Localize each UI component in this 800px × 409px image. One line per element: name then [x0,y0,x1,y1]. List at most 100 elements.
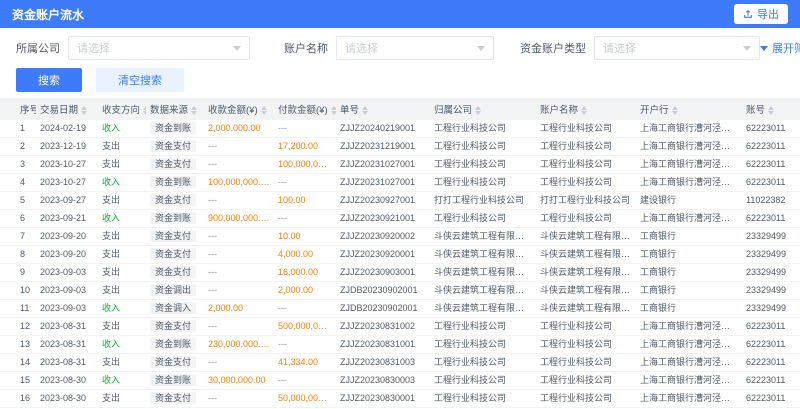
cell-index: 16 [0,390,36,408]
col-account-name[interactable]: 账户名称 [536,98,636,120]
cell-account-name: 工程行业科技公司 [536,354,636,372]
cell-doc-no: ZJJZ20230831001 [336,336,430,354]
sort-icon[interactable] [475,106,481,115]
table-row: 3 2023-10-27 支出 资金支付 --- 100,000,000.00 … [0,156,800,174]
cell-index: 10 [0,282,36,300]
company-select[interactable]: 请选择 [68,36,250,60]
col-company[interactable]: 归属公司 [430,98,536,120]
account-type-select[interactable]: 请选择 [594,36,760,60]
expand-filters-link[interactable]: 展开筛选 [760,40,800,56]
cell-source: 资金支付 [146,156,204,174]
col-doc-no[interactable]: 单号 [336,98,430,120]
cell-index: 15 [0,372,36,390]
filter-account-type-label: 资金账户类型 [520,40,586,56]
sort-icon[interactable] [672,106,678,115]
filter-account-name-label: 账户名称 [284,40,328,56]
chevron-down-icon [760,46,768,51]
cell-source: 资金支付 [146,318,204,336]
cell-amount-out: 17,200.00 [274,138,336,156]
cell-date: 2023-08-30 [36,372,98,390]
source-badge: 资金支付 [150,266,196,278]
source-badge: 资金支付 [150,140,196,152]
cell-account-no: 62223011 [742,336,800,354]
cell-index: 3 [0,156,36,174]
cell-company: 斗侠云建筑工程有限公司 [430,300,536,318]
cell-doc-no: ZJJZ20230927001 [336,192,430,210]
cell-direction: 收入 [98,210,146,228]
clear-search-button[interactable]: 清空搜索 [96,68,184,92]
cell-direction: 支出 [98,138,146,156]
source-badge: 资金支付 [150,230,196,242]
cell-direction: 支出 [98,354,146,372]
cell-doc-no: ZJDB20230902001 [336,300,430,318]
cell-company: 斗侠云建筑工程有限公司 [430,264,536,282]
cell-amount-out: 41,334.00 [274,354,336,372]
table-row: 8 2023-09-20 支出 资金支付 --- 4,000.00 ZJJZ20… [0,246,800,264]
source-badge: 资金到账 [150,338,196,350]
source-badge: 资金到账 [150,374,196,386]
cell-company: 打打工程行业科技公司 [430,192,536,210]
cell-amount-out: --- [274,174,336,192]
cell-date: 2023-10-27 [36,156,98,174]
col-account-no[interactable]: 账号 [742,98,800,120]
cell-bank: 建设银行 [636,192,742,210]
export-label: 导出 [757,6,779,22]
cell-direction: 收入 [98,174,146,192]
cell-amount-out: --- [274,300,336,318]
table-row: 10 2023-09-03 支出 资金调出 --- 2,000.00 ZJDB2… [0,282,800,300]
cell-amount-in: --- [204,156,274,174]
cell-amount-in: --- [204,318,274,336]
table-row: 7 2023-09-20 支出 资金支付 --- 10.00 ZJJZ20230… [0,228,800,246]
sort-icon[interactable] [143,106,146,115]
sort-icon[interactable] [362,106,368,115]
cell-account-no: 62223011 [742,156,800,174]
cell-source: 资金支付 [146,390,204,408]
cell-date: 2023-08-30 [36,390,98,408]
cell-account-name: 斗侠云建筑工程有限公司 [536,228,636,246]
cell-account-no: 62223011 [742,138,800,156]
cell-bank: 上海工商银行漕河泾支行 [636,210,742,228]
cell-account-name: 工程行业科技公司 [536,372,636,390]
cell-doc-no: ZJJZ20231219001 [336,138,430,156]
cell-date: 2023-08-31 [36,336,98,354]
cell-doc-no: ZJJZ20230903001 [336,264,430,282]
cell-account-no: 62223011 [742,210,800,228]
sort-icon[interactable] [581,106,587,115]
cell-source: 资金调入 [146,300,204,318]
cell-doc-no: ZJJZ20230831002 [336,318,430,336]
cell-source: 资金到账 [146,174,204,192]
cell-amount-in: 2,000,000.00 [204,120,274,138]
account-name-select[interactable]: 请选择 [336,36,494,60]
filter-company-label: 所属公司 [16,40,60,56]
cell-company: 工程行业科技公司 [430,174,536,192]
export-button[interactable]: 导出 [734,4,788,24]
source-badge: 资金支付 [150,194,196,206]
sort-icon[interactable] [261,106,267,115]
cell-source: 资金调出 [146,282,204,300]
col-amount-in[interactable]: 收款金额(¥) [204,98,274,120]
search-button[interactable]: 搜索 [16,68,82,92]
cell-account-no: 62223011 [742,120,800,138]
cell-account-no: 62223011 [742,318,800,336]
sort-icon[interactable] [191,106,197,115]
col-direction[interactable]: 收支方向 [98,98,146,120]
cell-account-name: 斗侠云建筑工程有限公司 [536,264,636,282]
col-amount-out[interactable]: 付款金额(¥) [274,98,336,120]
sort-icon[interactable] [331,106,336,115]
col-date[interactable]: 交易日期 [36,98,98,120]
cell-index: 4 [0,174,36,192]
col-bank[interactable]: 开户行 [636,98,742,120]
cell-bank: 工商银行 [636,300,742,318]
col-source[interactable]: 数据来源 [146,98,204,120]
sort-icon[interactable] [81,106,87,115]
cell-account-name: 工程行业科技公司 [536,336,636,354]
cell-account-no: 62223011 [742,174,800,192]
cell-amount-out: --- [274,120,336,138]
cell-company: 斗侠云建筑工程有限公司 [430,228,536,246]
sort-icon[interactable] [768,106,774,115]
cell-date: 2023-09-03 [36,300,98,318]
cell-direction: 支出 [98,390,146,408]
cell-company: 工程行业科技公司 [430,120,536,138]
cell-source: 资金支付 [146,264,204,282]
source-badge: 资金到账 [150,176,196,188]
